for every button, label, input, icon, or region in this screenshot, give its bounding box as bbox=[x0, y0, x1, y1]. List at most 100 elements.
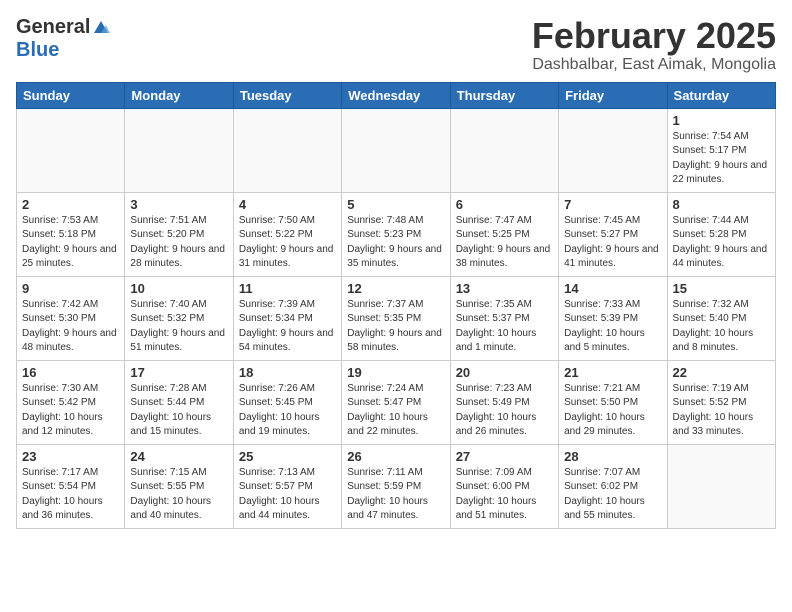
day-info: Sunrise: 7:45 AM Sunset: 5:27 PM Dayligh… bbox=[564, 214, 661, 272]
day-number: 22 bbox=[673, 365, 770, 380]
calendar-week-row: 2 Sunrise: 7:53 AM Sunset: 5:18 PM Daylig… bbox=[17, 192, 776, 276]
weekday-header-friday: Friday bbox=[559, 82, 667, 108]
weekday-header-saturday: Saturday bbox=[667, 82, 775, 108]
calendar-cell: 18 Sunrise: 7:26 AM Sunset: 5:45 PM Dayli… bbox=[233, 360, 341, 444]
calendar-week-row: 9 Sunrise: 7:42 AM Sunset: 5:30 PM Daylig… bbox=[17, 276, 776, 360]
day-info: Sunrise: 7:24 AM Sunset: 5:47 PM Dayligh… bbox=[347, 382, 444, 440]
location-title: Dashbalbar, East Aimak, Mongolia bbox=[532, 56, 776, 74]
calendar-cell: 3 Sunrise: 7:51 AM Sunset: 5:20 PM Daylig… bbox=[125, 192, 233, 276]
calendar-week-row: 1Sunrise: 7:54 AM Sunset: 5:17 PM Daylig… bbox=[17, 108, 776, 192]
calendar-cell: 27 Sunrise: 7:09 AM Sunset: 6:00 PM Dayli… bbox=[450, 444, 558, 528]
day-number: 19 bbox=[347, 365, 444, 380]
day-info: Sunrise: 7:44 AM Sunset: 5:28 PM Dayligh… bbox=[673, 214, 770, 272]
day-info: Sunrise: 7:42 AM Sunset: 5:30 PM Dayligh… bbox=[22, 298, 119, 356]
calendar-week-row: 16 Sunrise: 7:30 AM Sunset: 5:42 PM Dayli… bbox=[17, 360, 776, 444]
logo-blue-text: Blue bbox=[16, 39, 59, 62]
day-number: 21 bbox=[564, 365, 661, 380]
day-number: 26 bbox=[347, 449, 444, 464]
calendar-table: SundayMondayTuesdayWednesdayThursdayFrid… bbox=[16, 82, 776, 529]
weekday-header-sunday: Sunday bbox=[17, 82, 125, 108]
calendar-cell: 25 Sunrise: 7:13 AM Sunset: 5:57 PM Dayli… bbox=[233, 444, 341, 528]
day-number: 10 bbox=[130, 281, 227, 296]
day-number: 27 bbox=[456, 449, 553, 464]
calendar-cell: 17 Sunrise: 7:28 AM Sunset: 5:44 PM Dayli… bbox=[125, 360, 233, 444]
day-number: 12 bbox=[347, 281, 444, 296]
day-info: Sunrise: 7:17 AM Sunset: 5:54 PM Dayligh… bbox=[22, 466, 119, 524]
calendar-cell: 9 Sunrise: 7:42 AM Sunset: 5:30 PM Daylig… bbox=[17, 276, 125, 360]
calendar-cell: 20 Sunrise: 7:23 AM Sunset: 5:49 PM Dayli… bbox=[450, 360, 558, 444]
calendar-cell bbox=[17, 108, 125, 192]
logo-icon bbox=[92, 19, 110, 37]
calendar-cell bbox=[559, 108, 667, 192]
calendar-cell: 15 Sunrise: 7:32 AM Sunset: 5:40 PM Dayli… bbox=[667, 276, 775, 360]
day-number: 24 bbox=[130, 449, 227, 464]
day-info: Sunrise: 7:15 AM Sunset: 5:55 PM Dayligh… bbox=[130, 466, 227, 524]
day-number: 2 bbox=[22, 197, 119, 212]
day-number: 18 bbox=[239, 365, 336, 380]
day-number: 11 bbox=[239, 281, 336, 296]
day-number: 1 bbox=[673, 113, 770, 128]
weekday-header-thursday: Thursday bbox=[450, 82, 558, 108]
calendar-cell: 19 Sunrise: 7:24 AM Sunset: 5:47 PM Dayli… bbox=[342, 360, 450, 444]
day-info: Sunrise: 7:32 AM Sunset: 5:40 PM Dayligh… bbox=[673, 298, 770, 356]
weekday-header-row: SundayMondayTuesdayWednesdayThursdayFrid… bbox=[17, 82, 776, 108]
day-info: Sunrise: 7:39 AM Sunset: 5:34 PM Dayligh… bbox=[239, 298, 336, 356]
day-info: Sunrise: 7:26 AM Sunset: 5:45 PM Dayligh… bbox=[239, 382, 336, 440]
day-number: 3 bbox=[130, 197, 227, 212]
day-number: 23 bbox=[22, 449, 119, 464]
day-info: Sunrise: 7:21 AM Sunset: 5:50 PM Dayligh… bbox=[564, 382, 661, 440]
day-info: Sunrise: 7:09 AM Sunset: 6:00 PM Dayligh… bbox=[456, 466, 553, 524]
day-number: 4 bbox=[239, 197, 336, 212]
day-info: Sunrise: 7:35 AM Sunset: 5:37 PM Dayligh… bbox=[456, 298, 553, 356]
calendar-cell bbox=[125, 108, 233, 192]
calendar-cell: 2 Sunrise: 7:53 AM Sunset: 5:18 PM Daylig… bbox=[17, 192, 125, 276]
day-number: 7 bbox=[564, 197, 661, 212]
day-info: Sunrise: 7:51 AM Sunset: 5:20 PM Dayligh… bbox=[130, 214, 227, 272]
weekday-header-wednesday: Wednesday bbox=[342, 82, 450, 108]
day-info: Sunrise: 7:23 AM Sunset: 5:49 PM Dayligh… bbox=[456, 382, 553, 440]
day-number: 28 bbox=[564, 449, 661, 464]
calendar-cell: 26Sunrise: 7:11 AM Sunset: 5:59 PM Dayli… bbox=[342, 444, 450, 528]
day-number: 6 bbox=[456, 197, 553, 212]
day-number: 14 bbox=[564, 281, 661, 296]
day-info: Sunrise: 7:37 AM Sunset: 5:35 PM Dayligh… bbox=[347, 298, 444, 356]
calendar-cell: 7 Sunrise: 7:45 AM Sunset: 5:27 PM Daylig… bbox=[559, 192, 667, 276]
title-block: February 2025 Dashbalbar, East Aimak, Mo… bbox=[532, 16, 776, 74]
calendar-cell: 5 Sunrise: 7:48 AM Sunset: 5:23 PM Daylig… bbox=[342, 192, 450, 276]
calendar-cell bbox=[233, 108, 341, 192]
calendar-week-row: 23 Sunrise: 7:17 AM Sunset: 5:54 PM Dayli… bbox=[17, 444, 776, 528]
day-number: 13 bbox=[456, 281, 553, 296]
day-info: Sunrise: 7:53 AM Sunset: 5:18 PM Dayligh… bbox=[22, 214, 119, 272]
calendar-cell: 8Sunrise: 7:44 AM Sunset: 5:28 PM Daylig… bbox=[667, 192, 775, 276]
calendar-cell: 16 Sunrise: 7:30 AM Sunset: 5:42 PM Dayli… bbox=[17, 360, 125, 444]
day-number: 5 bbox=[347, 197, 444, 212]
logo: General Blue bbox=[16, 16, 110, 62]
logo-general-text: General bbox=[16, 16, 90, 39]
day-info: Sunrise: 7:30 AM Sunset: 5:42 PM Dayligh… bbox=[22, 382, 119, 440]
day-number: 20 bbox=[456, 365, 553, 380]
calendar-cell: 4Sunrise: 7:50 AM Sunset: 5:22 PM Daylig… bbox=[233, 192, 341, 276]
calendar-cell: 12 Sunrise: 7:37 AM Sunset: 5:35 PM Dayli… bbox=[342, 276, 450, 360]
day-number: 25 bbox=[239, 449, 336, 464]
day-number: 9 bbox=[22, 281, 119, 296]
calendar-cell: 14 Sunrise: 7:33 AM Sunset: 5:39 PM Dayli… bbox=[559, 276, 667, 360]
calendar-cell: 24 Sunrise: 7:15 AM Sunset: 5:55 PM Dayli… bbox=[125, 444, 233, 528]
day-info: Sunrise: 7:13 AM Sunset: 5:57 PM Dayligh… bbox=[239, 466, 336, 524]
calendar-cell: 13 Sunrise: 7:35 AM Sunset: 5:37 PM Dayli… bbox=[450, 276, 558, 360]
calendar-cell: 22 Sunrise: 7:19 AM Sunset: 5:52 PM Dayli… bbox=[667, 360, 775, 444]
day-info: Sunrise: 7:33 AM Sunset: 5:39 PM Dayligh… bbox=[564, 298, 661, 356]
day-number: 15 bbox=[673, 281, 770, 296]
day-info: Sunrise: 7:47 AM Sunset: 5:25 PM Dayligh… bbox=[456, 214, 553, 272]
calendar-cell: 1Sunrise: 7:54 AM Sunset: 5:17 PM Daylig… bbox=[667, 108, 775, 192]
day-number: 17 bbox=[130, 365, 227, 380]
day-info: Sunrise: 7:40 AM Sunset: 5:32 PM Dayligh… bbox=[130, 298, 227, 356]
day-number: 16 bbox=[22, 365, 119, 380]
day-info: Sunrise: 7:07 AM Sunset: 6:02 PM Dayligh… bbox=[564, 466, 661, 524]
calendar-cell bbox=[342, 108, 450, 192]
day-info: Sunrise: 7:48 AM Sunset: 5:23 PM Dayligh… bbox=[347, 214, 444, 272]
day-info: Sunrise: 7:19 AM Sunset: 5:52 PM Dayligh… bbox=[673, 382, 770, 440]
day-info: Sunrise: 7:28 AM Sunset: 5:44 PM Dayligh… bbox=[130, 382, 227, 440]
calendar-cell bbox=[667, 444, 775, 528]
weekday-header-tuesday: Tuesday bbox=[233, 82, 341, 108]
page-header: General Blue February 2025 Dashbalbar, E… bbox=[16, 16, 776, 74]
